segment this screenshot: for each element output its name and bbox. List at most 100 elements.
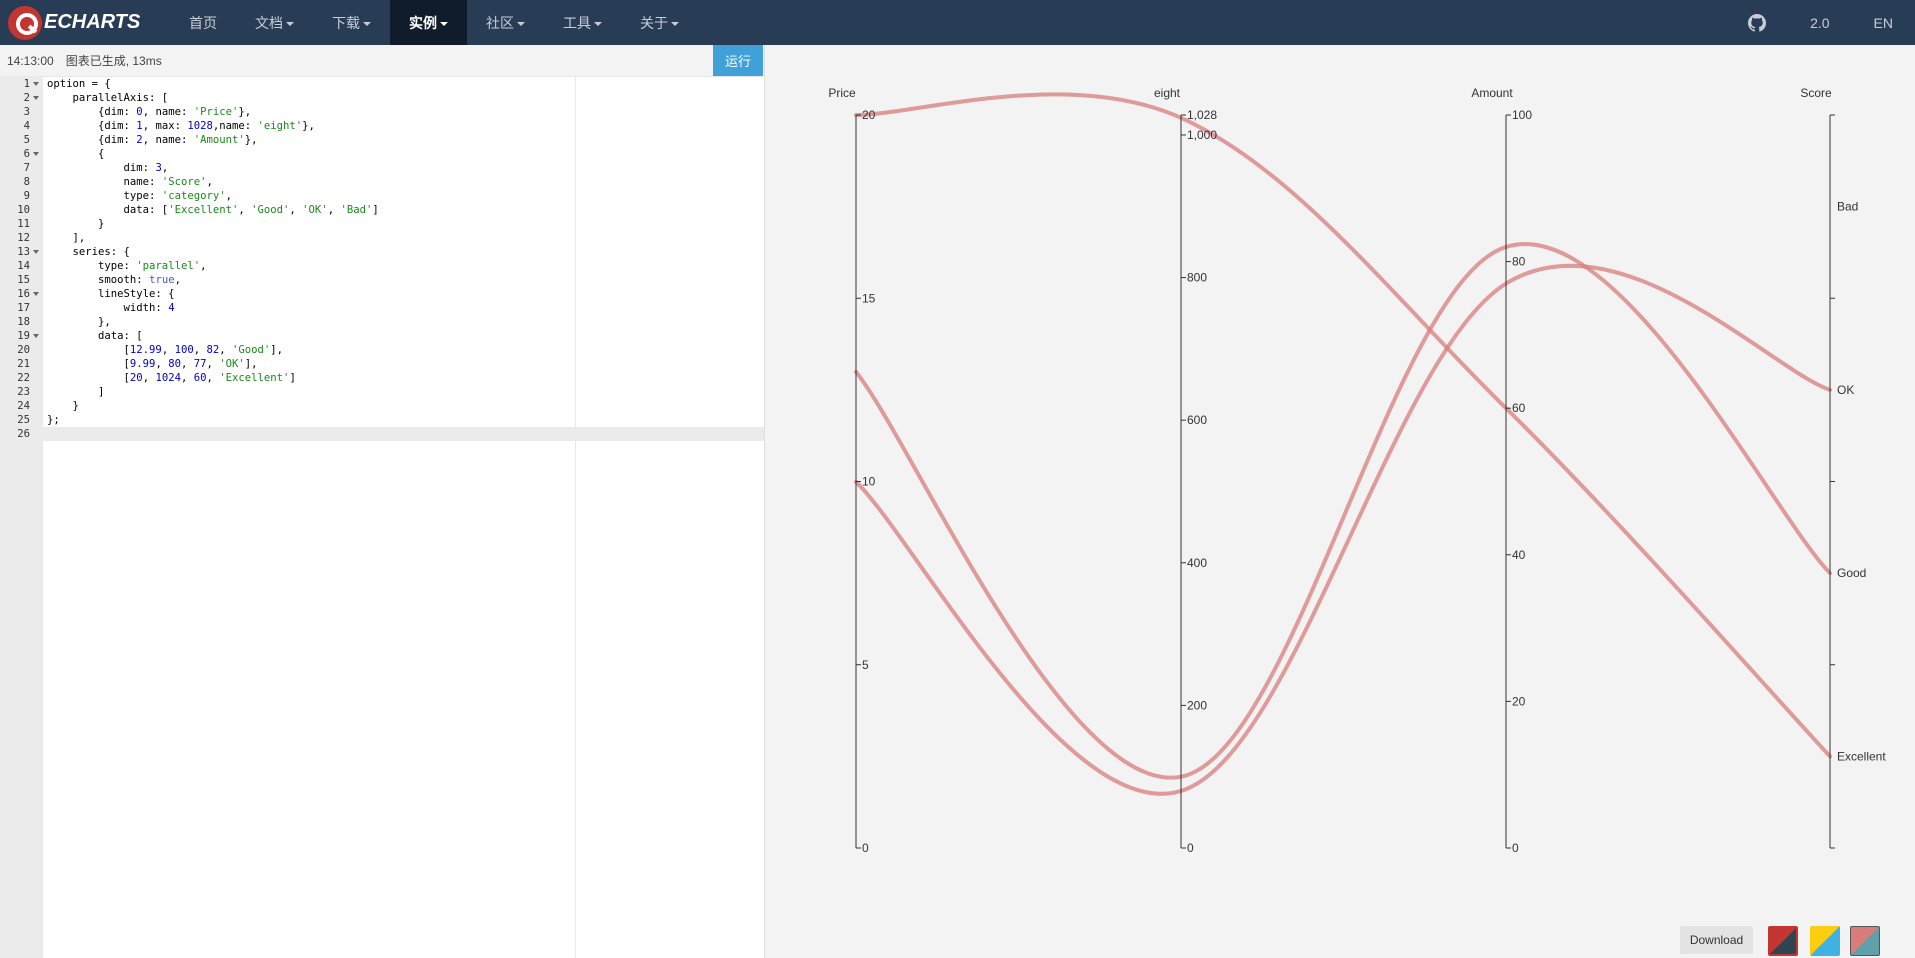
nav-item-label: 工具 xyxy=(563,14,591,31)
code-line[interactable]: 5 {dim: 2, name: 'Amount'}, xyxy=(0,133,764,147)
status-bar: 14:13:00 图表已生成, 13ms 运行 xyxy=(0,45,764,77)
nav-item-6[interactable]: 关于 xyxy=(621,0,698,45)
code-line[interactable]: 14 type: 'parallel', xyxy=(0,259,764,273)
code-line[interactable]: 1 option = { xyxy=(0,77,764,91)
code-text: [12.99, 100, 82, 'Good'], xyxy=(47,344,284,356)
caret-down-icon xyxy=(363,21,371,26)
theme-swatch-red-dark[interactable] xyxy=(1768,926,1798,956)
caret-down-icon xyxy=(440,21,448,26)
series-line-2[interactable] xyxy=(854,92,1832,759)
code-lines: 1 option = {2 parallelAxis: [3 {dim: 0, n… xyxy=(0,77,764,441)
axis-tick-label: 5 xyxy=(862,658,869,672)
code-line[interactable]: 15 smooth: true, xyxy=(0,273,764,287)
code-line[interactable]: 21 [9.99, 80, 77, 'OK'], xyxy=(0,357,764,371)
code-text: option = { xyxy=(47,78,111,90)
theme-swatch-yellow-blue[interactable] xyxy=(1810,926,1840,956)
axis-2[interactable]: Amount 0 20 40 60 80 100 xyxy=(1471,86,1532,855)
axis-tick-label: 0 xyxy=(1512,841,1519,855)
nav-item-1[interactable]: 文档 xyxy=(236,0,313,45)
brand-name: ECHARTS xyxy=(44,11,141,33)
code-line[interactable]: 26 xyxy=(0,427,764,441)
theme-swatch-pink-teal[interactable] xyxy=(1850,926,1880,956)
parallel-chart[interactable]: Price05101520eight02004006008001,0001,02… xyxy=(766,45,1915,958)
nav-item-5[interactable]: 工具 xyxy=(544,0,621,45)
code-line[interactable]: 25}; xyxy=(0,413,764,427)
fold-toggle-icon[interactable] xyxy=(33,334,39,338)
code-text: }, xyxy=(47,316,111,328)
axis-1[interactable]: eight 0 200 400 600 800 1,000 1,028 xyxy=(1154,86,1217,855)
axis-tick-label: 400 xyxy=(1187,556,1207,570)
fold-toggle-icon[interactable] xyxy=(33,152,39,156)
code-text: {dim: 0, name: 'Price'}, xyxy=(47,106,252,118)
line-number: 13 xyxy=(17,246,30,258)
axis-tick-label: 0 xyxy=(1187,841,1194,855)
code-text: type: 'parallel', xyxy=(47,260,207,272)
line-number: 16 xyxy=(17,288,30,300)
code-line[interactable]: 11 } xyxy=(0,217,764,231)
nav-item-label: 首页 xyxy=(189,14,217,31)
nav-item-label: 实例 xyxy=(409,14,437,31)
code-text: ] xyxy=(47,386,105,398)
language-switch[interactable]: EN xyxy=(1852,15,1915,31)
axis-tick-label: 1,000 xyxy=(1187,128,1217,142)
code-line[interactable]: 24 } xyxy=(0,399,764,413)
run-button[interactable]: 运行 xyxy=(713,45,763,76)
line-number: 14 xyxy=(17,260,30,272)
code-line[interactable]: 20 [12.99, 100, 82, 'Good'], xyxy=(0,343,764,357)
caret-down-icon xyxy=(671,21,679,26)
axis-3[interactable]: Score Excellent Good OK Bad xyxy=(1800,86,1886,849)
code-line[interactable]: 10 data: ['Excellent', 'Good', 'OK', 'Ba… xyxy=(0,203,764,217)
line-number: 8 xyxy=(23,176,30,188)
axis-0[interactable]: Price 0 5 10 15 20 xyxy=(828,86,875,855)
nav-item-label: 社区 xyxy=(486,14,514,31)
series-line-0[interactable] xyxy=(854,242,1832,780)
fold-toggle-icon[interactable] xyxy=(33,96,39,100)
nav-item-4[interactable]: 社区 xyxy=(467,0,544,45)
code-text: {dim: 2, name: 'Amount'}, xyxy=(47,134,258,146)
axis-tick-label: 200 xyxy=(1187,698,1207,712)
code-text: name: 'Score', xyxy=(47,176,213,188)
code-line[interactable]: 23 ] xyxy=(0,385,764,399)
code-text: { xyxy=(47,148,105,160)
code-editor[interactable]: 1 option = {2 parallelAxis: [3 {dim: 0, n… xyxy=(0,77,764,958)
axis-tick-label: 10 xyxy=(862,475,876,489)
code-line[interactable]: 9 type: 'category', xyxy=(0,189,764,203)
caret-down-icon xyxy=(517,21,525,26)
github-link[interactable] xyxy=(1726,13,1788,32)
series-lines xyxy=(854,92,1832,796)
axis-tick-label: 600 xyxy=(1187,413,1207,427)
nav-item-3[interactable]: 实例 xyxy=(390,0,467,45)
axis-tick-label: 20 xyxy=(1512,694,1526,708)
nav-right: 2.0 EN xyxy=(1726,0,1915,45)
line-number: 9 xyxy=(23,190,30,202)
fold-toggle-icon[interactable] xyxy=(33,250,39,254)
brand-logo-link[interactable]: ECHARTS xyxy=(0,0,170,45)
code-line[interactable]: 6 { xyxy=(0,147,764,161)
series-line-1[interactable] xyxy=(854,263,1832,796)
code-line[interactable]: 12 ], xyxy=(0,231,764,245)
code-line[interactable]: 4 {dim: 1, max: 1028,name: 'eight'}, xyxy=(0,119,764,133)
code-text: dim: 3, xyxy=(47,162,169,174)
code-line[interactable]: 19 data: [ xyxy=(0,329,764,343)
nav-item-0[interactable]: 首页 xyxy=(170,0,236,45)
code-line[interactable]: 22 [20, 1024, 60, 'Excellent'] xyxy=(0,371,764,385)
code-line[interactable]: 7 dim: 3, xyxy=(0,161,764,175)
nav-item-2[interactable]: 下载 xyxy=(313,0,390,45)
code-line[interactable]: 2 parallelAxis: [ xyxy=(0,91,764,105)
code-text: } xyxy=(47,218,105,230)
code-text: }; xyxy=(47,414,60,426)
line-number: 6 xyxy=(23,148,30,160)
nav-item-label: 文档 xyxy=(255,14,283,31)
code-line[interactable]: 17 width: 4 xyxy=(0,301,764,315)
version-link[interactable]: 2.0 xyxy=(1788,15,1851,31)
download-button[interactable]: Download xyxy=(1680,926,1753,954)
code-line[interactable]: 16 lineStyle: { xyxy=(0,287,764,301)
fold-toggle-icon[interactable] xyxy=(33,292,39,296)
code-panel: 14:13:00 图表已生成, 13ms 运行 1 option = {2 par… xyxy=(0,45,765,958)
code-line[interactable]: 13 series: { xyxy=(0,245,764,259)
code-line[interactable]: 8 name: 'Score', xyxy=(0,175,764,189)
line-number: 7 xyxy=(23,162,30,174)
code-line[interactable]: 3 {dim: 0, name: 'Price'}, xyxy=(0,105,764,119)
code-line[interactable]: 18 }, xyxy=(0,315,764,329)
fold-toggle-icon[interactable] xyxy=(33,82,39,86)
